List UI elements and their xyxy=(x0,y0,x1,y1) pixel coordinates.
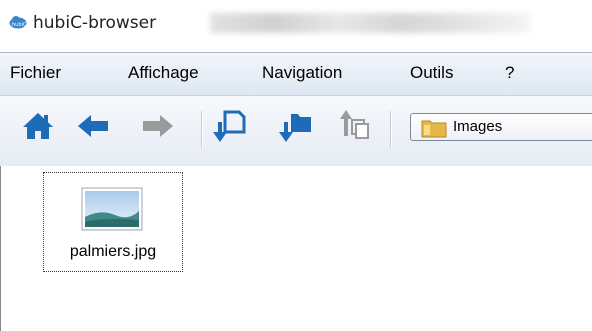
toolbar-separator xyxy=(390,111,392,147)
download-file-button[interactable] xyxy=(212,108,248,144)
file-name: palmiers.jpg xyxy=(69,243,157,260)
redacted-title-text xyxy=(210,13,530,33)
menu-affichage[interactable]: Affichage xyxy=(128,63,199,83)
folder-icon xyxy=(421,118,447,142)
window-title: hubiC-browser xyxy=(33,13,157,33)
menu-navigation[interactable]: Navigation xyxy=(262,63,342,83)
upload-icon xyxy=(338,108,374,144)
download-file-icon xyxy=(212,108,248,144)
file-item[interactable]: palmiers.jpg xyxy=(43,172,183,272)
path-selector[interactable]: Images xyxy=(410,113,592,141)
title-bar: hubiC hubiC-browser xyxy=(0,0,592,52)
menu-outils[interactable]: Outils xyxy=(410,63,453,83)
download-folder-button[interactable] xyxy=(278,108,314,144)
toolbar: Images xyxy=(0,95,592,167)
back-button[interactable] xyxy=(75,108,111,144)
menu-help[interactable]: ? xyxy=(505,63,514,83)
forward-button[interactable] xyxy=(140,108,176,144)
path-label: Images xyxy=(453,118,503,135)
hubic-cloud-icon: hubiC xyxy=(9,14,27,33)
menu-bar: Fichier Affichage Navigation Outils ? xyxy=(0,52,592,96)
svg-text:hubiC: hubiC xyxy=(12,22,27,28)
arrow-left-icon xyxy=(75,108,111,144)
home-icon xyxy=(20,108,56,144)
menu-fichier[interactable]: Fichier xyxy=(10,63,61,83)
toolbar-separator xyxy=(201,111,203,147)
home-button[interactable] xyxy=(20,108,56,144)
image-file-icon xyxy=(81,187,143,235)
file-list-area[interactable]: palmiers.jpg xyxy=(0,166,592,331)
arrow-right-icon xyxy=(140,108,176,144)
upload-button[interactable] xyxy=(338,108,374,144)
download-folder-icon xyxy=(278,108,314,144)
